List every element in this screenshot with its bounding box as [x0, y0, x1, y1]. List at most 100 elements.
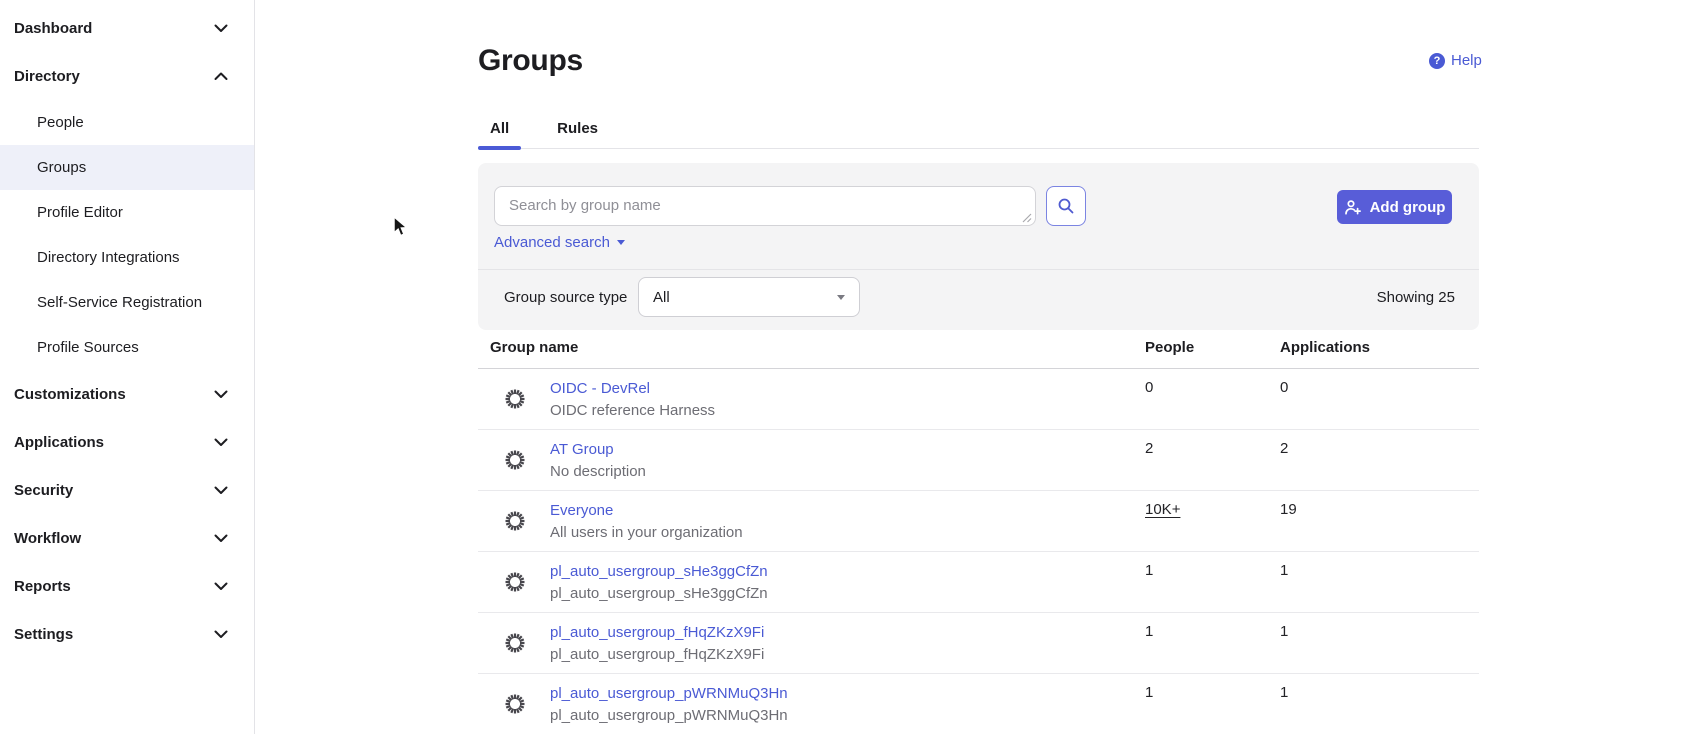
sidebar-item-security[interactable]: Security — [0, 466, 254, 514]
applications-count: 19 — [1280, 501, 1297, 518]
applications-count: 0 — [1280, 379, 1288, 396]
sidebar-item-label: Reports — [14, 578, 71, 595]
group-source-type-value: All — [653, 289, 670, 306]
sidebar-item-label: People — [37, 114, 84, 131]
group-name-link[interactable]: pl_auto_usergroup_pWRNMuQ3Hn — [550, 683, 788, 704]
sidebar-item-customizations[interactable]: Customizations — [0, 370, 254, 418]
group-name-link[interactable]: Everyone — [550, 500, 613, 521]
sidebar-item-label: Directory Integrations — [37, 249, 180, 266]
group-source-type-select[interactable]: All — [638, 277, 860, 317]
table-row: pl_auto_usergroup_pWRNMuQ3Hn pl_auto_use… — [478, 674, 1479, 735]
group-icon — [504, 510, 526, 532]
sidebar-item-applications[interactable]: Applications — [0, 418, 254, 466]
column-header-group-name: Group name — [490, 339, 578, 356]
page-title: Groups — [478, 44, 583, 78]
sidebar-item-workflow[interactable]: Workflow — [0, 514, 254, 562]
tab-label: Rules — [557, 120, 598, 137]
search-icon — [1057, 197, 1075, 215]
group-name-link[interactable]: OIDC - DevRel — [550, 378, 650, 399]
sidebar-item-reports[interactable]: Reports — [0, 562, 254, 610]
search-filter-panel: Advanced search Add group Group source t… — [478, 163, 1479, 330]
table-row: OIDC - DevRel OIDC reference Harness 0 0 — [478, 369, 1479, 430]
table-row: pl_auto_usergroup_sHe3ggCfZn pl_auto_use… — [478, 552, 1479, 613]
advanced-search-link[interactable]: Advanced search — [494, 234, 625, 251]
sidebar: Dashboard Directory People Groups Profil… — [0, 0, 255, 734]
people-count: 0 — [1145, 379, 1153, 396]
groups-table: Group name People Applications OIDC - De… — [478, 330, 1479, 735]
group-icon — [504, 449, 526, 471]
help-label: Help — [1451, 52, 1482, 69]
applications-count: 1 — [1280, 562, 1288, 579]
table-header-row: Group name People Applications — [478, 330, 1479, 369]
people-count-link[interactable]: 10K+ — [1145, 501, 1180, 518]
sidebar-item-label: Profile Editor — [37, 204, 123, 221]
sidebar-item-label: Groups — [37, 159, 86, 176]
table-row: AT Group No description 2 2 — [478, 430, 1479, 491]
advanced-search-label: Advanced search — [494, 234, 610, 251]
group-icon — [504, 388, 526, 410]
search-button[interactable] — [1046, 186, 1086, 226]
sidebar-item-self-service-registration[interactable]: Self-Service Registration — [0, 280, 254, 325]
applications-count: 1 — [1280, 684, 1288, 701]
chevron-down-icon — [214, 486, 228, 495]
sidebar-item-profile-sources[interactable]: Profile Sources — [0, 325, 254, 370]
table-row: Everyone All users in your organization … — [478, 491, 1479, 552]
sidebar-item-directory-integrations[interactable]: Directory Integrations — [0, 235, 254, 280]
panel-divider — [478, 269, 1479, 270]
chevron-up-icon — [214, 72, 228, 81]
group-icon — [504, 693, 526, 715]
help-link[interactable]: ? Help — [1429, 52, 1482, 69]
sidebar-item-profile-editor[interactable]: Profile Editor — [0, 190, 254, 235]
people-count: 2 — [1145, 440, 1153, 457]
group-icon — [504, 571, 526, 593]
caret-down-icon — [837, 295, 845, 300]
group-description: pl_auto_usergroup_fHqZKzX9Fi — [550, 644, 764, 665]
group-name-link[interactable]: pl_auto_usergroup_fHqZKzX9Fi — [550, 622, 764, 643]
sidebar-item-people[interactable]: People — [0, 100, 254, 145]
column-header-applications: Applications — [1280, 339, 1370, 356]
sidebar-item-label: Workflow — [14, 530, 81, 547]
add-group-label: Add group — [1370, 199, 1446, 216]
column-header-people: People — [1145, 339, 1194, 356]
people-count: 1 — [1145, 684, 1153, 701]
tab-all[interactable]: All — [478, 108, 521, 148]
chevron-down-icon — [214, 24, 228, 33]
group-description: No description — [550, 461, 646, 482]
applications-count: 1 — [1280, 623, 1288, 640]
group-source-type-label: Group source type — [504, 277, 627, 317]
search-input[interactable] — [494, 186, 1036, 226]
chevron-down-icon — [214, 390, 228, 399]
group-name-link[interactable]: AT Group — [550, 439, 614, 460]
sidebar-item-label: Settings — [14, 626, 73, 643]
chevron-down-icon — [214, 534, 228, 543]
sidebar-item-directory[interactable]: Directory — [0, 52, 254, 100]
group-name-link[interactable]: pl_auto_usergroup_sHe3ggCfZn — [550, 561, 768, 582]
sidebar-item-settings[interactable]: Settings — [0, 610, 254, 658]
tab-rules[interactable]: Rules — [545, 108, 610, 148]
tab-bar: All Rules — [478, 108, 1479, 149]
sidebar-item-label: Directory — [14, 68, 80, 85]
add-group-button[interactable]: Add group — [1337, 190, 1452, 224]
table-row: pl_auto_usergroup_fHqZKzX9Fi pl_auto_use… — [478, 613, 1479, 674]
tab-label: All — [490, 120, 509, 137]
sidebar-item-label: Dashboard — [14, 20, 92, 37]
sidebar-item-label: Profile Sources — [37, 339, 139, 356]
active-tab-underline — [478, 146, 521, 150]
applications-count: 2 — [1280, 440, 1288, 457]
caret-down-icon — [617, 240, 625, 245]
chevron-down-icon — [214, 582, 228, 591]
sidebar-item-dashboard[interactable]: Dashboard — [0, 4, 254, 52]
people-count: 1 — [1145, 623, 1153, 640]
group-description: pl_auto_usergroup_pWRNMuQ3Hn — [550, 705, 788, 726]
people-count: 1 — [1145, 562, 1153, 579]
chevron-down-icon — [214, 438, 228, 447]
group-description: OIDC reference Harness — [550, 400, 715, 421]
sidebar-item-label: Self-Service Registration — [37, 294, 202, 311]
sidebar-item-groups[interactable]: Groups — [0, 145, 254, 190]
help-icon: ? — [1429, 53, 1445, 69]
chevron-down-icon — [214, 630, 228, 639]
sidebar-item-label: Security — [14, 482, 73, 499]
group-icon — [504, 632, 526, 654]
sidebar-item-label: Customizations — [14, 386, 126, 403]
mouse-cursor — [392, 216, 408, 238]
